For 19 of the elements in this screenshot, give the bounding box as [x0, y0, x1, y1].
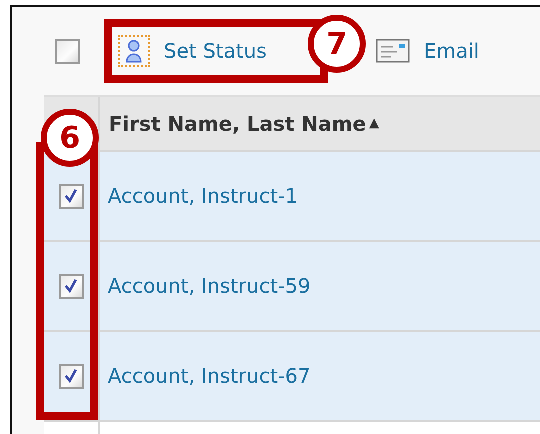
checkbox[interactable]: [58, 364, 84, 388]
envelope-icon: [376, 39, 410, 63]
check-icon: [63, 188, 79, 204]
name-link[interactable]: Account, Instruct-67: [100, 332, 311, 420]
checkbox[interactable]: [58, 184, 84, 208]
column-header[interactable]: First Name, Last Name▲: [100, 97, 380, 150]
table-row[interactable]: Account, Instruct-59: [44, 242, 540, 332]
name-link[interactable]: Account, Instruct-1: [100, 152, 298, 240]
set-status-link[interactable]: Set Status: [118, 35, 267, 67]
person-icon: [118, 35, 150, 67]
name-link[interactable]: Account, Instruct-59: [100, 242, 311, 330]
checkbox[interactable]: [58, 274, 84, 298]
check-icon: [63, 368, 79, 384]
table-row[interactable]: Account, Instruct-67: [44, 332, 540, 422]
checkbox[interactable]: [55, 38, 80, 64]
table-row[interactable]: Account, Instruct-1: [44, 152, 540, 242]
callout-number: 7: [308, 15, 366, 73]
email-link[interactable]: Email: [376, 39, 480, 63]
check-icon: [63, 278, 79, 294]
